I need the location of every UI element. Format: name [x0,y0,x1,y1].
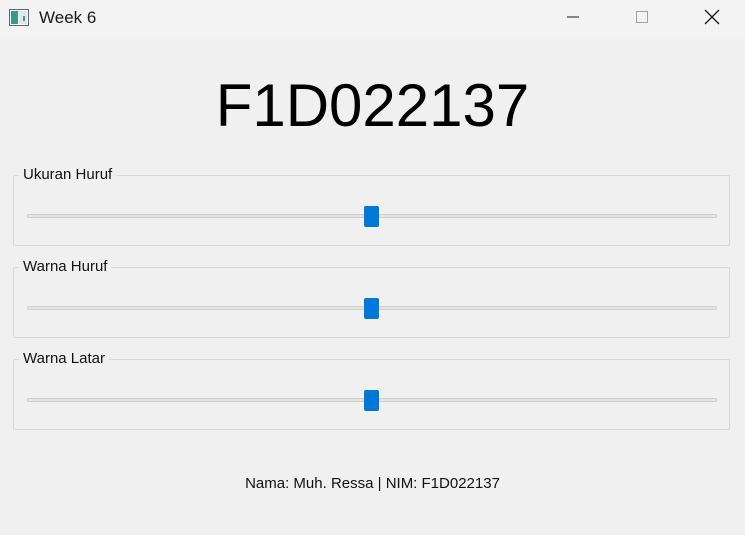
title-bar[interactable]: Week 6 [0,0,745,38]
groupbox-label: Ukuran Huruf [19,166,117,184]
background-color-slider-handle[interactable] [364,390,379,411]
groupbox-warna-huruf: Warna Huruf [13,258,730,338]
app-window-icon [9,9,29,26]
minimize-button[interactable] [550,0,596,38]
groupbox-ukuran-huruf: Ukuran Huruf [13,166,730,246]
groupbox-warna-latar: Warna Latar [13,350,730,430]
window-content: F1D022137 Ukuran Huruf Warna Huruf Warna… [0,38,745,535]
close-icon [703,8,721,31]
font-color-slider-handle[interactable] [364,298,379,319]
groupbox-label: Warna Latar [19,350,109,368]
footer-label: Nama: Muh. Ressa | NIM: F1D022137 [245,475,500,492]
display-label: F1D022137 [215,72,530,139]
minimize-icon [565,9,581,30]
maximize-button[interactable] [619,0,665,38]
close-button[interactable] [689,0,735,38]
window-title: Week 6 [39,8,97,27]
font-size-slider-handle[interactable] [364,206,379,227]
groupbox-label: Warna Huruf [19,258,112,276]
maximize-icon [634,9,650,30]
